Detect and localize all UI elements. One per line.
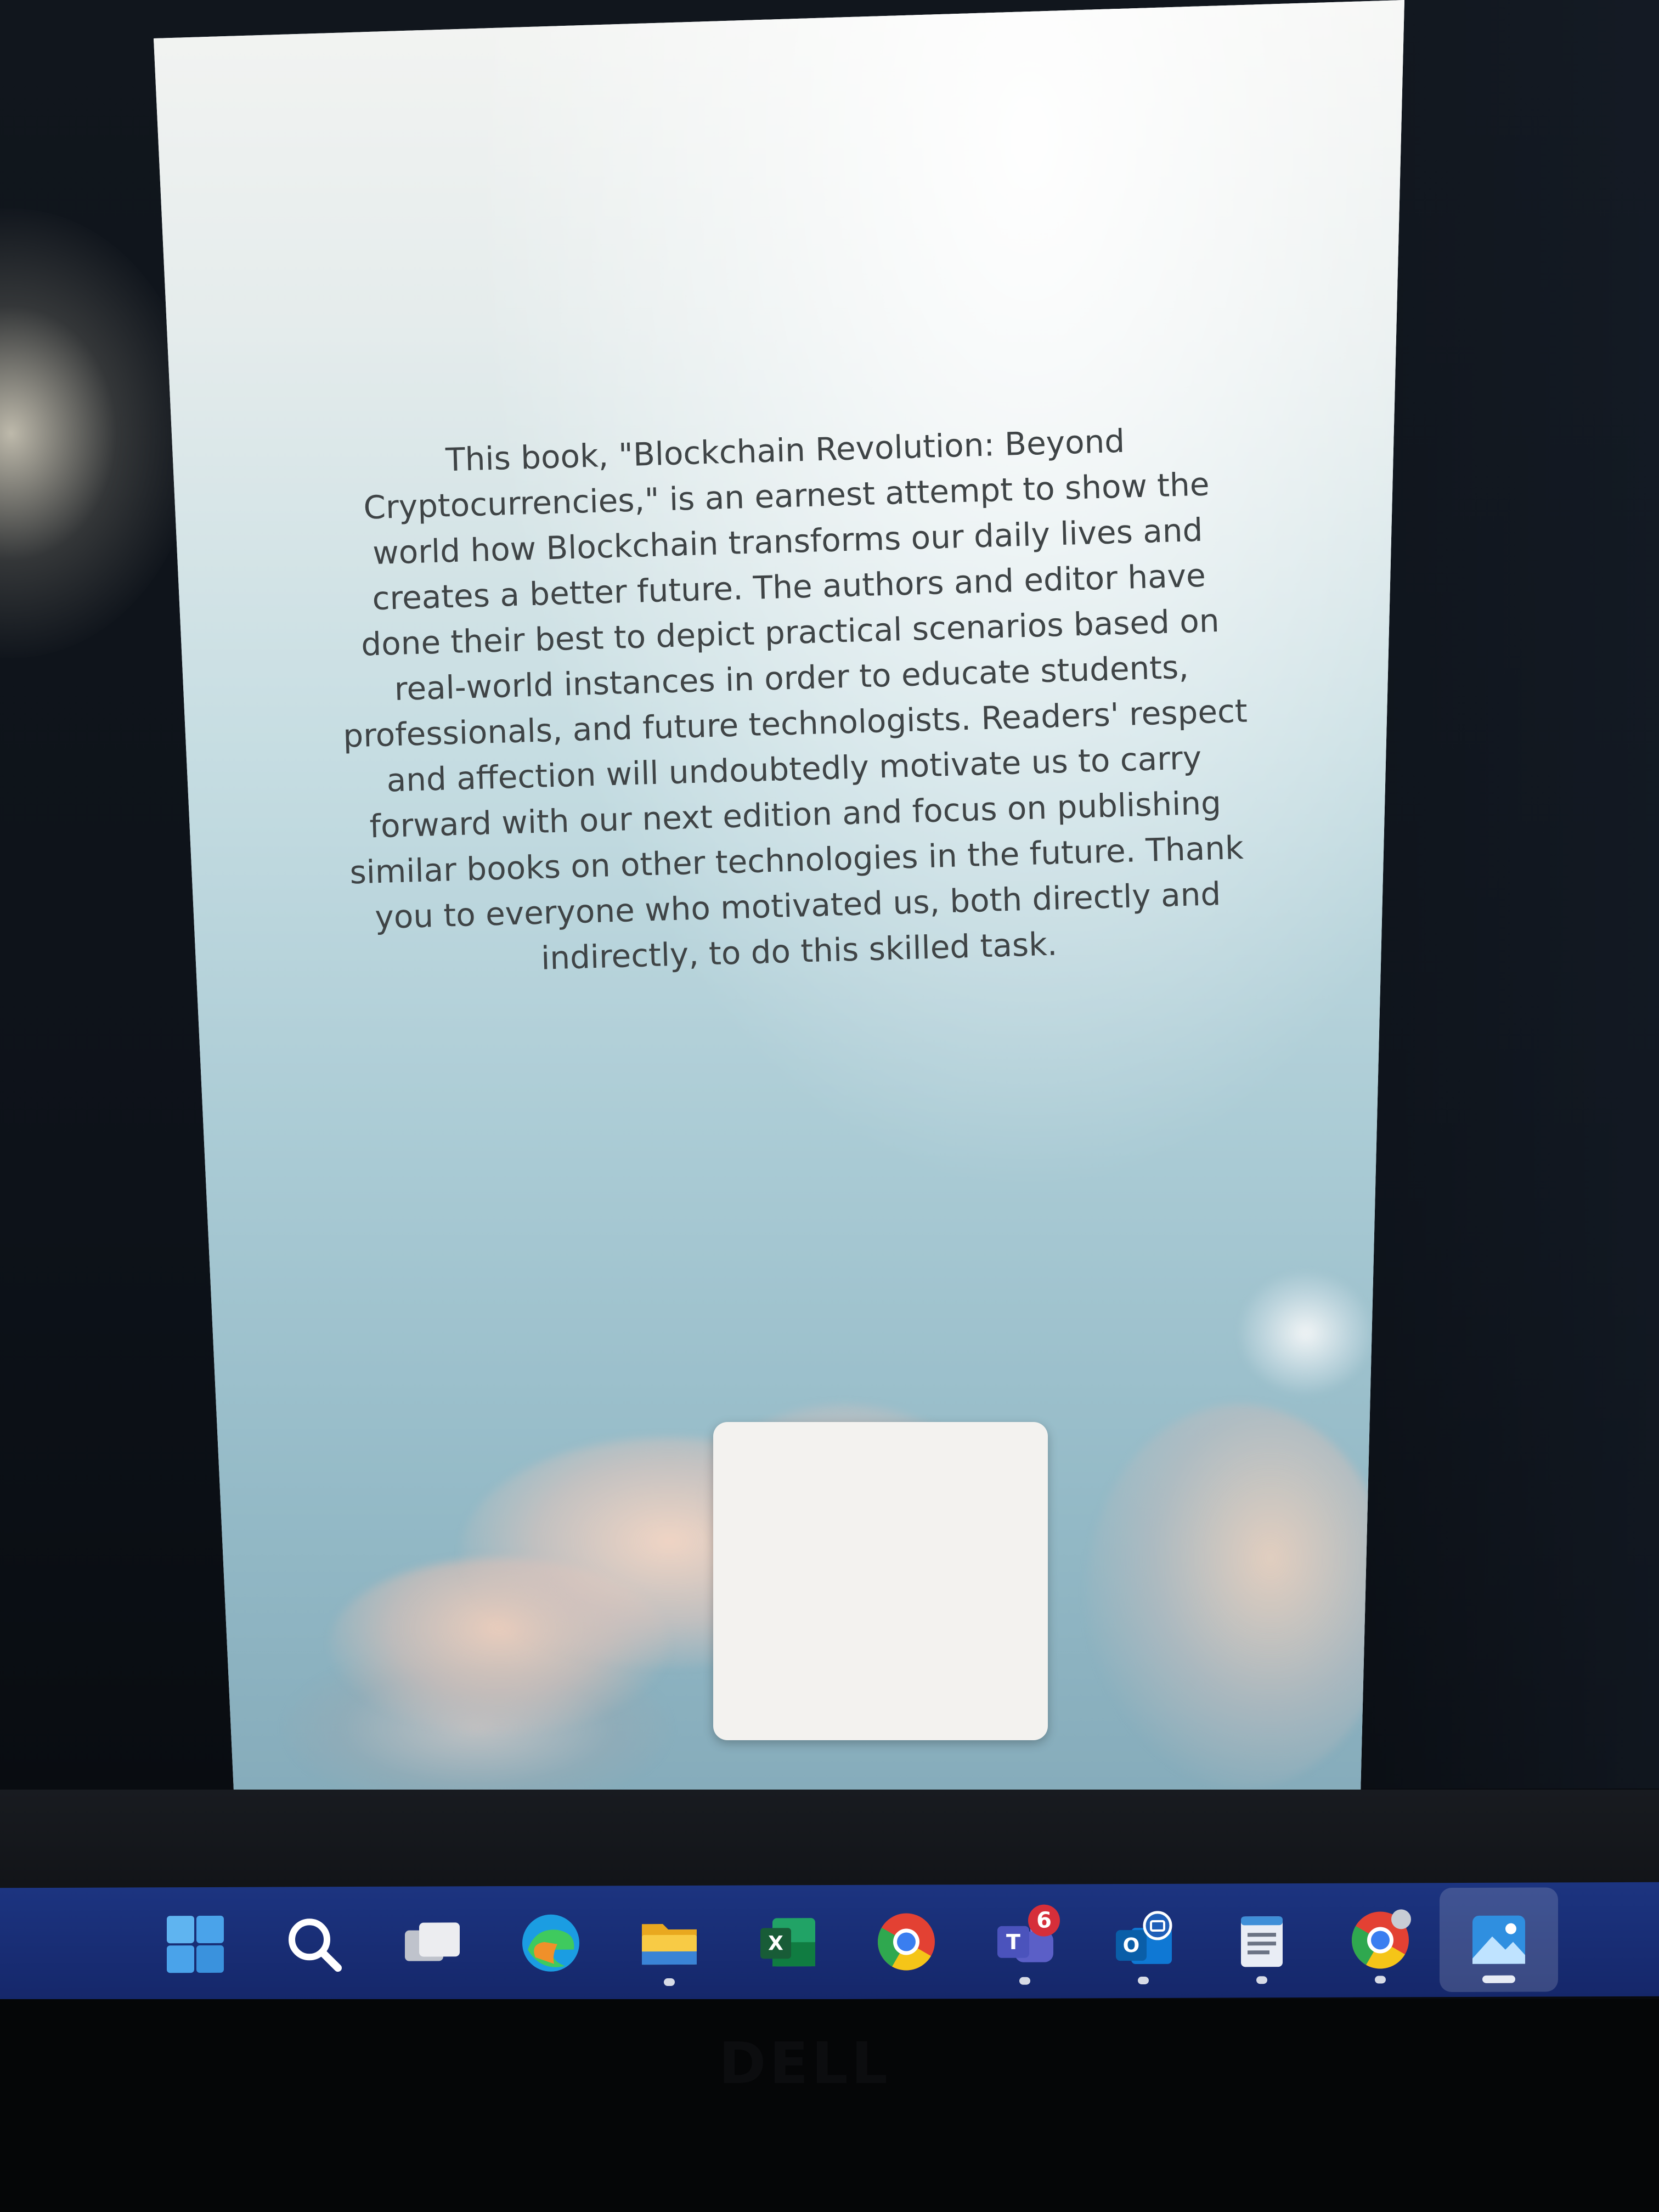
active-indicator [1482,1975,1515,1983]
book-blurb-text: This book, "Blockchain Revolution: Beyon… [335,415,1249,986]
notification-badge: 6 [1028,1904,1060,1937]
taskbar-start-button[interactable] [136,1892,255,1997]
svg-text:O: O [1123,1934,1140,1957]
taskbar-chrome-button[interactable] [847,1889,966,1994]
task-view-icon [400,1911,464,1975]
blank-popup-panel[interactable] [713,1422,1048,1740]
taskbar-notepad-button[interactable] [1203,1888,1321,1993]
notepad-icon [1230,1909,1294,1972]
taskbar-teams-button[interactable]: T 6 [966,1889,1084,1994]
taskbar-task-view-button[interactable] [373,1891,492,1996]
windows-start-icon [163,1912,227,1976]
running-indicator [664,1978,675,1987]
taskbar-edge-button[interactable] [492,1891,610,1995]
chrome-icon [874,1910,938,1973]
cloud [1086,1404,1393,1788]
monitor-logo: DELL [719,2030,891,2097]
running-indicator [1138,1976,1149,1985]
outlook-icon: O [1111,1909,1175,1973]
taskbar-search-button[interactable] [255,1892,373,1996]
running-indicator [1375,1976,1386,1984]
monitor-bezel [0,1790,1659,1888]
edge-icon [519,1911,583,1975]
excel-icon: X [756,1910,820,1974]
taskbar-file-explorer-button[interactable] [610,1891,729,1995]
photos-icon [1467,1908,1531,1972]
chrome-profile-icon [1348,1908,1412,1972]
running-indicator [1019,1977,1030,1985]
svg-text:T: T [1006,1930,1020,1954]
windows-taskbar: X T 6 O [0,1882,1659,2002]
cloud [1240,1273,1372,1393]
search-icon [282,1912,346,1976]
running-indicator [1256,1976,1267,1984]
svg-text:X: X [768,1932,783,1955]
screen-photo: This book, "Blockchain Revolution: Beyon… [0,0,1659,2212]
taskbar-photos-button[interactable] [1440,1887,1558,1993]
taskbar-outlook-button[interactable]: O [1084,1889,1203,1994]
taskbar-chrome-profile-button[interactable] [1321,1888,1440,1993]
folder-icon [637,1911,701,1974]
taskbar-excel-button[interactable]: X [729,1890,847,1995]
